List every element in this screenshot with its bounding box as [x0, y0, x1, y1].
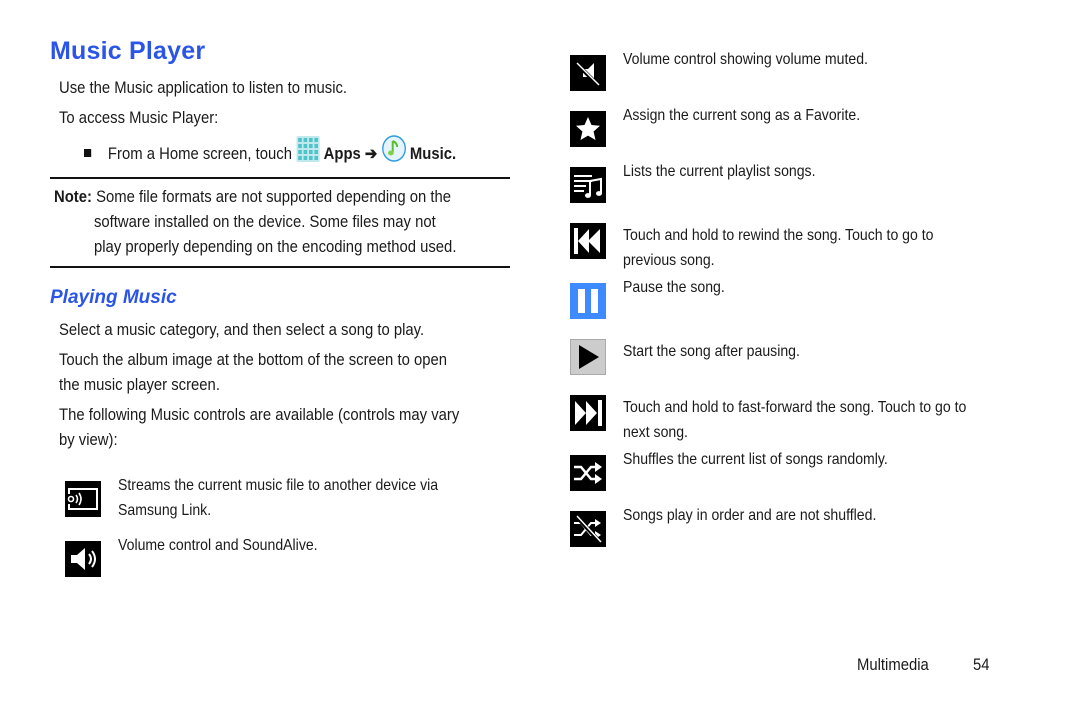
apps-grid-icon [296, 135, 320, 170]
fast-forward-next-icon [570, 395, 606, 431]
control-desc-shuffle-off: Songs play in order and are not shuffled… [623, 507, 877, 524]
control-desc-fast-forward-1: Touch and hold to fast-forward the song.… [623, 399, 967, 416]
footer-section: Multimedia [857, 656, 929, 674]
bullet-icon [84, 148, 92, 157]
control-desc-samsung-link-2: Samsung Link. [118, 502, 212, 519]
note: Note: Some file formats are not supporte… [54, 185, 451, 210]
paragraph-3-line-1: The following Music controls are availab… [59, 406, 460, 424]
play-icon [570, 339, 606, 375]
section-title: Playing Music [50, 287, 177, 308]
shuffle-off-icon [570, 511, 606, 547]
paragraph-1: Select a music category, and then select… [59, 321, 425, 339]
note-line-2: software installed on the device. Some f… [94, 213, 436, 231]
note-line-3: play properly depending on the encoding … [94, 238, 457, 256]
control-desc-rewind-2: previous song. [623, 252, 715, 269]
page-number: 54 [973, 656, 990, 674]
volume-muted-icon [570, 55, 606, 91]
samsung-link-icon [65, 481, 101, 517]
favorite-star-icon [570, 111, 606, 147]
pause-icon [570, 283, 606, 319]
access-step: From a Home screen, touch Apps ➔ Music. [84, 135, 456, 172]
music-app-icon [381, 135, 406, 170]
control-desc-rewind-1: Touch and hold to rewind the song. Touch… [623, 227, 934, 244]
page-title: Music Player [50, 37, 206, 65]
apps-label: Apps [323, 144, 361, 163]
shuffle-on-icon [570, 455, 606, 491]
control-desc-fast-forward-2: next song. [623, 424, 688, 441]
rewind-previous-icon [570, 223, 606, 259]
note-label: Note: [54, 188, 92, 206]
access-label: To access Music Player: [59, 109, 219, 127]
volume-icon [65, 541, 101, 577]
note-line-1: Some file formats are not supported depe… [96, 188, 452, 206]
playlist-icon [570, 167, 606, 203]
paragraph-2-line-2: the music player screen. [59, 376, 220, 394]
control-desc-pause: Pause the song. [623, 279, 725, 296]
control-desc-samsung-link-1: Streams the current music file to anothe… [118, 477, 439, 494]
step-prefix: From a Home screen, touch [107, 144, 292, 163]
arrow-icon: ➔ [364, 144, 378, 163]
control-desc-volume-muted: Volume control showing volume muted. [623, 51, 868, 68]
control-desc-shuffle-on: Shuffles the current list of songs rando… [623, 451, 888, 468]
control-desc-favorite: Assign the current song as a Favorite. [623, 107, 861, 124]
control-desc-volume: Volume control and SoundAlive. [118, 537, 318, 554]
note-top-rule [50, 177, 510, 179]
intro-text: Use the Music application to listen to m… [59, 79, 348, 97]
control-desc-playlist: Lists the current playlist songs. [623, 163, 816, 180]
paragraph-3-line-2: by view): [59, 431, 118, 449]
control-desc-play: Start the song after pausing. [623, 343, 800, 360]
music-label: Music [409, 144, 453, 163]
note-bottom-rule [50, 266, 510, 268]
paragraph-2-line-1: Touch the album image at the bottom of t… [59, 351, 447, 369]
